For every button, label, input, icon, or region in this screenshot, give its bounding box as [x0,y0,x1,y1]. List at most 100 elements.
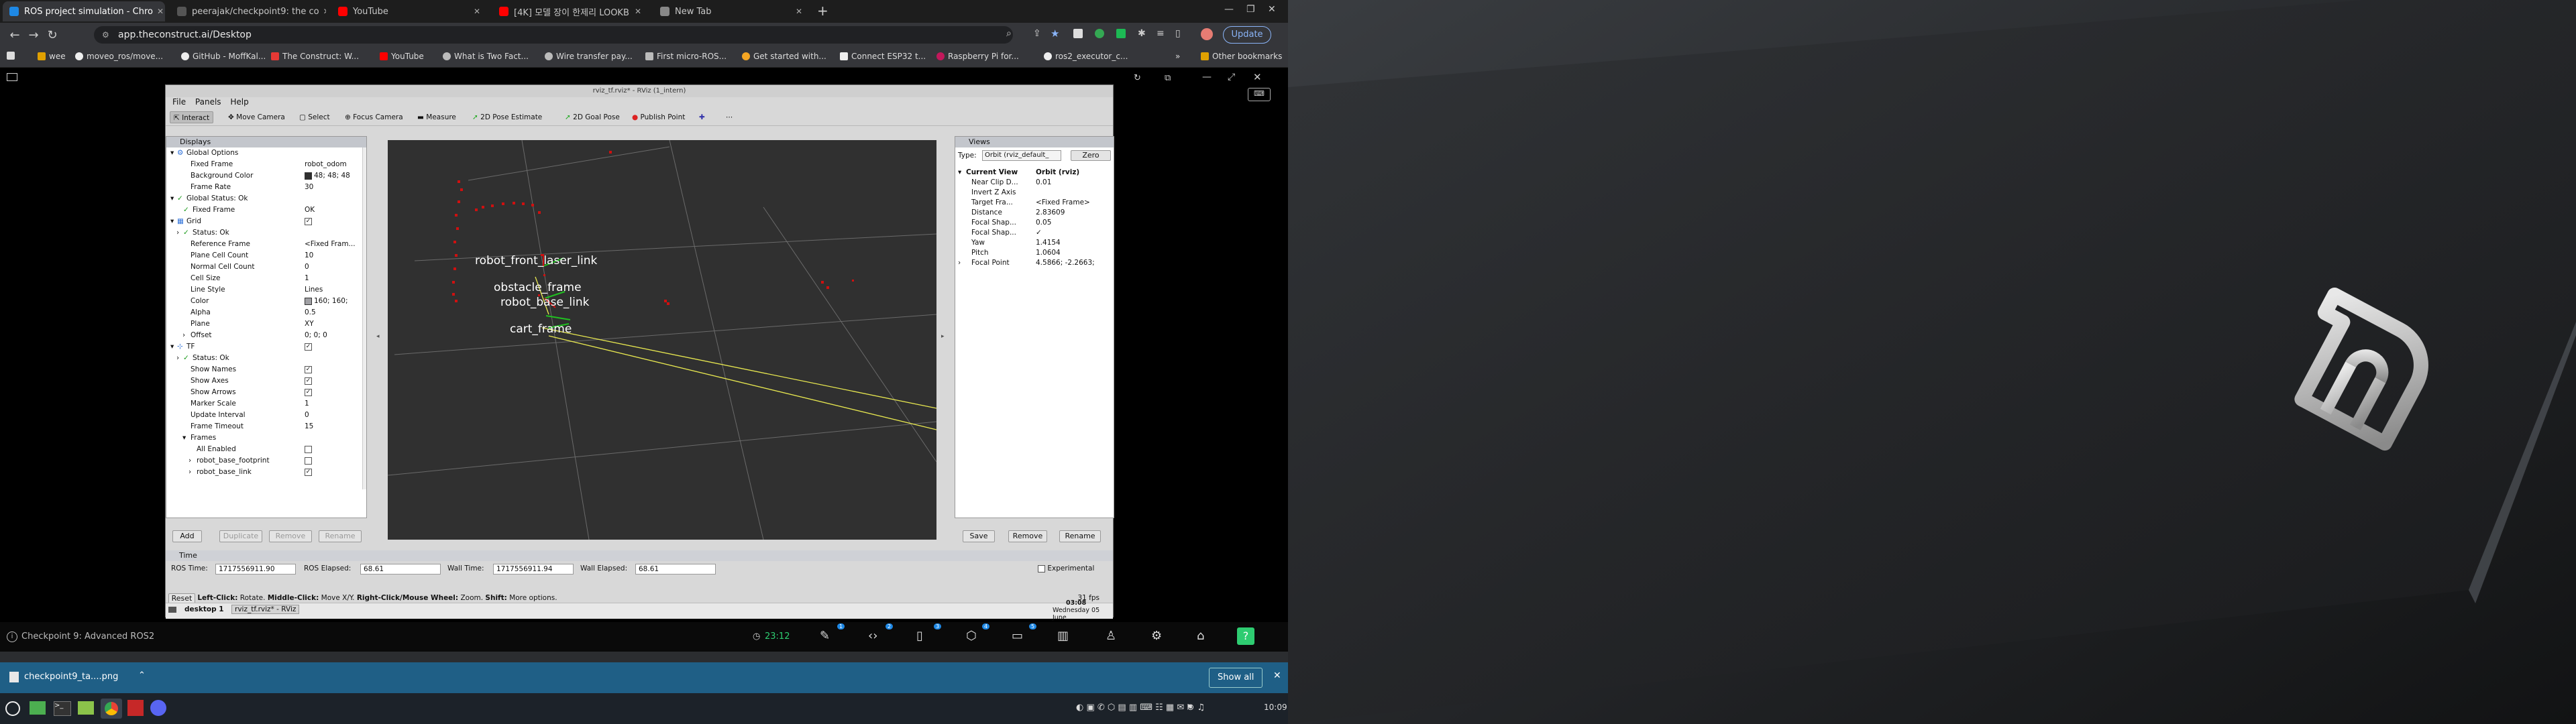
address-bar[interactable]: ⚙ app.theconstruct.ai/Desktop [94,26,1013,44]
display-row-value-cell[interactable]: robot_odom [305,159,364,170]
display-row-value[interactable]: 48; 48; 48 [314,172,350,180]
display-row-value[interactable]: XY [305,320,314,328]
bookmark-item[interactable]: What is Two Fact... [443,52,529,61]
cube-icon[interactable]: ⬡ [966,629,977,643]
expand-down-icon[interactable]: ▾ [182,432,189,443]
expand-icon[interactable]: › [958,258,961,268]
chrome-taskbar-slot[interactable] [101,699,122,719]
bookmark-item[interactable]: Wire transfer pay... [545,52,633,61]
zero-view-button[interactable]: Zero [1071,150,1111,161]
terminal-icon[interactable]: >_ [54,701,71,716]
view-row[interactable]: Distance 2.83609 [955,208,1114,218]
enable-checkbox[interactable]: ✓ [305,389,312,396]
maximize-button[interactable]: ❐ [1246,4,1255,15]
show-all-button[interactable]: Show all [1209,668,1263,688]
display-row-value-cell[interactable]: 1 [305,398,364,409]
menu-panels[interactable]: Panels [195,97,221,107]
remove-display-button[interactable]: Remove [269,530,312,542]
close-tab-icon[interactable]: ✕ [153,7,164,16]
view-row-value[interactable]: ✓ [1036,228,1111,238]
display-row-value[interactable]: 0; 0; 0 [305,331,327,339]
display-row[interactable]: All Enabled [166,444,366,455]
settings-icon[interactable]: ⚙ [1151,629,1162,643]
taskbar-window-rviz[interactable]: rviz_tf.rviz* - RViz [231,605,300,614]
display-row-value[interactable]: robot_odom [305,160,347,168]
expand-right-icon[interactable]: › [189,455,195,466]
close-tab-icon[interactable]: ✕ [792,7,802,16]
view-row[interactable]: ▾ Current View Orbit (rviz) [955,168,1114,178]
display-row[interactable]: Fixed Frame robot_odom [166,159,366,170]
display-row-value[interactable]: 10 [305,251,313,259]
tool-interact[interactable]: ⇱ Interact [170,111,214,123]
close-tab-icon[interactable]: ✕ [319,7,326,16]
display-row-value-cell[interactable]: 0 [305,410,364,420]
tool-publish-point[interactable]: ● Publish Point [629,111,688,123]
display-row[interactable]: ▾ ▦ Grid ✓ [166,216,366,227]
notebook-icon[interactable]: ✎ [820,629,830,643]
expand-down-icon[interactable]: ▾ [170,341,177,352]
reading-list-icon[interactable]: ≡ [1157,28,1165,39]
display-row[interactable]: Update Interval 0 [166,410,366,420]
close-tab-icon[interactable]: ✕ [470,7,480,16]
expand-down-icon[interactable]: ▾ [170,193,177,204]
display-row-value-cell[interactable]: XY [305,318,364,329]
bookmark-item[interactable]: Raspberry Pi for... [936,52,1019,61]
collapse-right-icon[interactable]: ▸ [941,333,945,340]
close-icon[interactable]: ✕ [1253,71,1262,83]
download-filename[interactable]: checkpoint9_ta....png [24,672,118,682]
tool-select[interactable]: ▢ Select [296,111,333,123]
view-type-select[interactable]: Orbit (rviz_default_ [982,150,1061,161]
files-icon[interactable] [78,701,94,715]
expand-down-icon[interactable]: ▾ [170,147,177,158]
display-row[interactable]: Normal Cell Count 0 [166,261,366,272]
menu-file[interactable]: File [172,97,186,107]
extension-icon[interactable] [1073,29,1083,38]
chevron-up-icon[interactable]: ⌃ [138,670,146,680]
tab-github[interactable]: peerajak/checkpoint9: the co✕ [170,1,326,21]
profile-avatar[interactable] [1201,28,1213,40]
display-row[interactable]: Frame Timeout 15 [166,421,366,432]
view-row-value[interactable]: <Fixed Frame> [1036,198,1111,208]
code-editor-icon[interactable]: ‹› [868,629,877,643]
enable-checkbox[interactable]: ✓ [305,366,312,373]
display-row-value[interactable]: 30 [305,183,313,191]
expand-right-icon[interactable]: › [176,353,183,363]
display-row[interactable]: Color 160; 160; [166,296,366,306]
view-row-value[interactable]: 4.5866; -2.2663; [1036,258,1111,268]
enable-checkbox[interactable]: ✓ [305,377,312,385]
display-row-value-cell[interactable]: Lines [305,284,364,295]
display-row[interactable]: Plane XY [166,318,366,329]
book-icon[interactable]: ▥ [1057,629,1069,643]
minimize-icon[interactable]: — [1202,72,1212,82]
close-tab-icon[interactable]: ✕ [631,7,641,16]
display-row[interactable]: Plane Cell Count 10 [166,250,366,261]
display-row[interactable]: Alpha 0.5 [166,307,366,318]
monitor-icon[interactable] [7,73,17,81]
bookmark-item[interactable]: The Construct: W... [271,52,359,61]
help-button[interactable]: ? [1237,627,1254,645]
extensions-puzzle-icon[interactable]: ✱ [1138,28,1146,39]
show-desktop-icon[interactable] [30,701,46,715]
display-row[interactable]: ✓ Fixed Frame OK [166,204,366,215]
extension-icon[interactable] [1116,29,1126,38]
display-row-value[interactable]: 0 [305,411,309,419]
forward-icon[interactable]: → [24,28,43,42]
bookmarks-overflow-icon[interactable]: » [1175,52,1180,61]
3d-viewport[interactable]: robot_front_laser_link obstacle_frame ro… [388,140,936,540]
info-icon[interactable]: i [7,631,17,642]
close-window-button[interactable]: ✕ [1268,4,1276,15]
bookmark-item[interactable]: First micro-ROS... [645,52,727,61]
bookmark-star-icon[interactable]: ★ [1051,27,1059,40]
display-row[interactable]: Reference Frame <Fixed Fram... [166,239,366,249]
display-row-value-cell[interactable]: 0; 0; 0 [305,330,364,341]
enable-checkbox[interactable]: ✓ [305,469,312,476]
enable-checkbox[interactable]: ✓ [305,343,312,351]
display-row-value-cell[interactable]: 0.5 [305,307,364,318]
expand-right-icon[interactable]: › [189,467,195,477]
display-row-value-cell[interactable]: 10 [305,250,364,261]
back-icon[interactable]: ← [5,28,24,42]
file-icon[interactable]: ▯ [916,629,923,643]
os-clock[interactable]: 10:09 [1264,703,1287,712]
display-row-value[interactable]: OK [305,206,315,214]
new-tab-button[interactable]: + [817,3,828,19]
